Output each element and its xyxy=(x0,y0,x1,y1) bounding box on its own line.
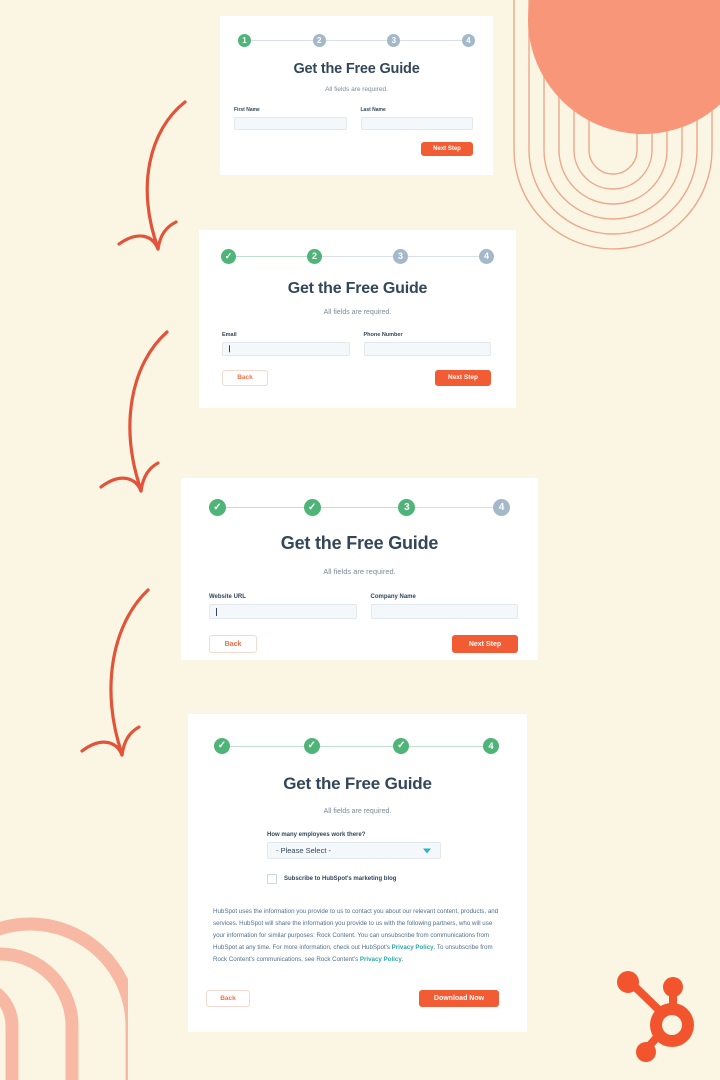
hubspot-privacy-policy-link[interactable]: Privacy Policy xyxy=(392,944,434,951)
step-connector-2-3 xyxy=(320,507,399,508)
card-subtitle: All fields are required. xyxy=(325,86,388,93)
subscribe-checkbox-row[interactable]: Subscribe to HubSpot's marketing blog xyxy=(267,874,497,884)
arch-bands-bottom-left-icon xyxy=(0,917,128,1080)
step-connector-2-3 xyxy=(325,40,388,41)
back-button[interactable]: Back xyxy=(222,370,268,386)
card-title: Get the Free Guide xyxy=(280,533,439,553)
stepper-step-3: ✓ ✓ 3 4 xyxy=(209,499,511,516)
step-indicator-4[interactable]: 4 xyxy=(479,249,494,264)
step-indicator-2[interactable]: 2 xyxy=(312,34,326,47)
employee-count-value: - Please Select - xyxy=(276,846,332,855)
field-last-name: Last Name xyxy=(360,107,473,130)
form-card-step-2: ✓ 2 3 4 Get the Free Guide All fields ar… xyxy=(199,230,516,408)
step-indicator-3-complete[interactable]: ✓ xyxy=(393,738,410,754)
field-label: Email xyxy=(222,332,237,338)
step-indicator-4[interactable]: 4 xyxy=(483,738,500,754)
legal-disclaimer: HubSpot uses the information you provide… xyxy=(213,906,499,966)
first-name-input[interactable] xyxy=(234,117,347,130)
field-label: Phone Number xyxy=(363,332,403,338)
card-subtitle: All fields are required. xyxy=(323,567,396,576)
field-label: Website URL xyxy=(209,594,246,600)
step-indicator-1-complete[interactable]: ✓ xyxy=(221,249,236,264)
step-indicator-2[interactable]: 2 xyxy=(307,249,322,264)
step-connector-2-3 xyxy=(322,256,393,257)
card-subtitle: All fields are required. xyxy=(323,808,392,815)
field-row: First Name Last Name xyxy=(234,107,473,130)
step-indicator-2-complete[interactable]: ✓ xyxy=(303,499,321,516)
field-first-name: First Name xyxy=(234,107,347,130)
salmon-circle-top-right xyxy=(528,0,720,134)
step-indicator-1-complete[interactable]: ✓ xyxy=(214,738,230,754)
form-card-step-3: ✓ ✓ 3 4 Get the Free Guide All fields ar… xyxy=(181,478,538,660)
employee-count-select[interactable]: - Please Select - xyxy=(267,842,441,859)
subscribe-checkbox-label: Subscribe to HubSpot's marketing blog xyxy=(284,876,397,882)
step-indicator-1[interactable]: 1 xyxy=(238,34,251,47)
step-indicator-4[interactable]: 4 xyxy=(462,34,476,47)
field-row: Website URL Company Name xyxy=(209,594,518,619)
back-button[interactable]: Back xyxy=(206,990,250,1008)
stepper-step-2: ✓ 2 3 4 xyxy=(221,249,494,264)
step-connector-1-2 xyxy=(230,745,304,747)
field-label: Last Name xyxy=(360,107,386,113)
step-indicator-3[interactable]: 3 xyxy=(393,249,408,264)
button-row: Back Download Now xyxy=(206,990,499,1008)
legal-part-3: . xyxy=(401,956,404,964)
next-step-button[interactable]: Next Step xyxy=(452,635,518,653)
step-connector-1-2 xyxy=(236,256,307,257)
field-email: Email xyxy=(222,332,350,356)
button-row: Back Next Step xyxy=(222,370,491,386)
step-connector-3-4 xyxy=(400,40,463,41)
step-connector-1-2 xyxy=(251,40,313,41)
form-card-step-4: ✓ ✓ ✓ 4 Get the Free Guide All fields ar… xyxy=(188,714,527,1032)
step-indicator-3[interactable]: 3 xyxy=(398,499,416,516)
step-connector-1-2 xyxy=(226,507,304,508)
employee-count-label: How many employees work there? xyxy=(267,832,366,838)
field-company-name: Company Name xyxy=(370,594,518,619)
field-label: Company Name xyxy=(370,594,416,600)
step-connector-3-4 xyxy=(415,507,494,508)
step-indicator-2-complete[interactable]: ✓ xyxy=(303,738,320,754)
website-url-input[interactable] xyxy=(209,604,357,619)
field-row: Email Phone Number xyxy=(222,332,491,356)
stepper-step-1: 1 2 3 4 xyxy=(238,34,476,47)
step-connector-3-4 xyxy=(408,256,479,257)
button-row: Back Next Step xyxy=(209,635,518,653)
back-button[interactable]: Back xyxy=(209,635,257,653)
company-name-input[interactable] xyxy=(370,604,518,619)
hubspot-sprocket-logo-icon xyxy=(617,971,694,1062)
step-connector-3-4 xyxy=(409,745,484,747)
button-row: Next Step xyxy=(234,142,473,156)
rock-content-privacy-policy-link[interactable]: Privacy Policy xyxy=(360,956,402,963)
step-indicator-3[interactable]: 3 xyxy=(387,34,401,47)
email-input[interactable] xyxy=(222,342,350,356)
step-indicator-4[interactable]: 4 xyxy=(493,499,511,516)
download-now-button[interactable]: Download Now xyxy=(419,990,499,1008)
stepper-step-4: ✓ ✓ ✓ 4 xyxy=(214,738,500,754)
step-indicator-1-complete[interactable]: ✓ xyxy=(209,499,226,516)
next-step-button[interactable]: Next Step xyxy=(435,370,491,386)
arch-lines-top-right-icon xyxy=(513,0,713,250)
next-step-button[interactable]: Next Step xyxy=(421,142,473,156)
card-subtitle: All fields are required. xyxy=(323,309,392,316)
phone-number-input[interactable] xyxy=(363,342,491,356)
field-label: First Name xyxy=(234,107,260,113)
card-title: Get the Free Guide xyxy=(293,61,420,77)
card-title: Get the Free Guide xyxy=(283,774,432,793)
field-phone-number: Phone Number xyxy=(363,332,491,356)
chevron-down-icon xyxy=(423,848,431,853)
employee-count-field: How many employees work there? - Please … xyxy=(267,832,441,859)
form-card-step-1: 1 2 3 4 Get the Free Guide All fields ar… xyxy=(220,16,493,175)
subscribe-checkbox[interactable] xyxy=(267,874,277,884)
field-website-url: Website URL xyxy=(209,594,357,619)
card-title: Get the Free Guide xyxy=(287,280,428,297)
step-connector-2-3 xyxy=(319,745,394,747)
last-name-input[interactable] xyxy=(360,117,473,130)
